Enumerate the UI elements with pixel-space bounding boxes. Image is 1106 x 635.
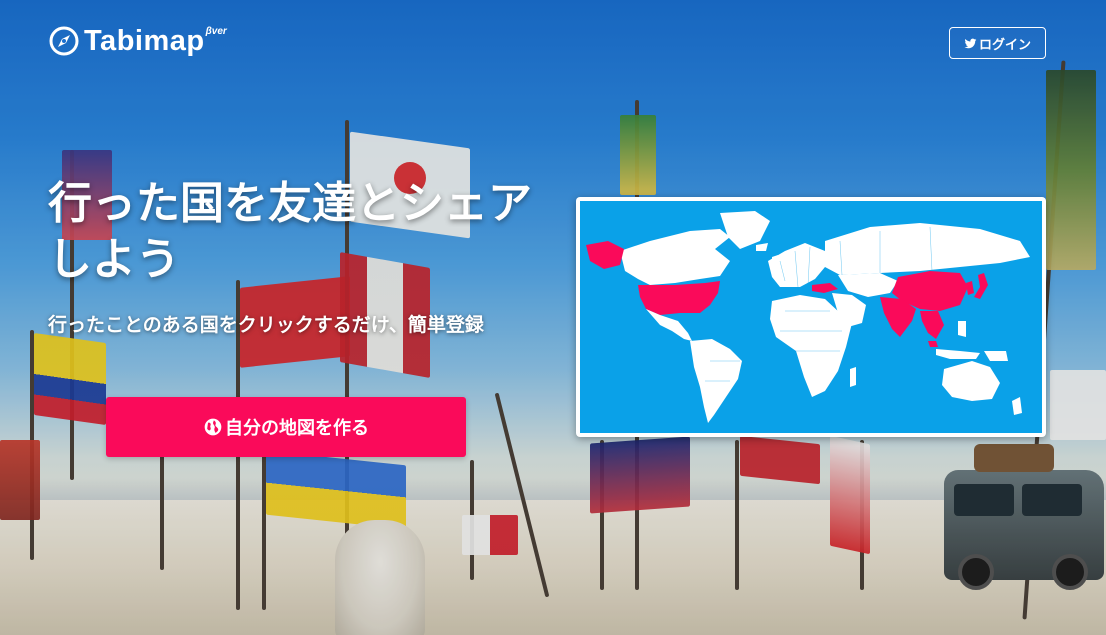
beta-badge: βver: [205, 26, 227, 37]
country-korea[interactable]: [966, 281, 974, 295]
hero-title: 行った国を友達とシェア しよう: [48, 176, 548, 288]
country-central-asia[interactable]: [838, 273, 898, 297]
country-madagascar[interactable]: [850, 367, 856, 387]
login-button[interactable]: ログイン: [949, 27, 1046, 59]
hero-title-line2: しよう: [48, 234, 180, 285]
country-philippines[interactable]: [958, 321, 966, 337]
site-logo[interactable]: Tabimap βver: [48, 20, 227, 60]
country-new-zealand[interactable]: [1012, 397, 1022, 415]
country-indonesia[interactable]: [936, 349, 980, 359]
country-malaysia[interactable]: [928, 341, 938, 347]
country-turkey[interactable]: [812, 283, 838, 293]
country-southeast-asia[interactable]: [920, 311, 944, 339]
hero-title-line1: 行った国を友達とシェア: [48, 178, 532, 229]
hero-subtitle: 行ったことのある国をクリックするだけ、簡単登録: [48, 314, 484, 336]
login-label: ログイン: [978, 37, 1031, 53]
country-iceland[interactable]: [756, 243, 768, 251]
country-usa[interactable]: [638, 281, 720, 315]
logo-text: Tabimap: [84, 25, 205, 57]
create-map-button[interactable]: 自分の地図を作る: [106, 397, 466, 457]
country-greenland[interactable]: [720, 211, 770, 249]
country-uk[interactable]: [772, 255, 778, 267]
create-map-label: 自分の地図を作る: [225, 418, 369, 439]
twitter-bird-icon: [964, 38, 977, 48]
country-alaska[interactable]: [586, 241, 624, 269]
globe-icon: [204, 418, 222, 436]
world-map-svg: [586, 211, 1030, 423]
country-japan[interactable]: [974, 273, 988, 299]
country-canada[interactable]: [620, 229, 730, 285]
world-map-preview[interactable]: [576, 197, 1046, 437]
compass-icon: [49, 26, 79, 56]
country-papua[interactable]: [984, 351, 1008, 361]
world-map: [580, 201, 1042, 433]
country-australia[interactable]: [942, 361, 1000, 401]
country-russia[interactable]: [825, 223, 1030, 275]
